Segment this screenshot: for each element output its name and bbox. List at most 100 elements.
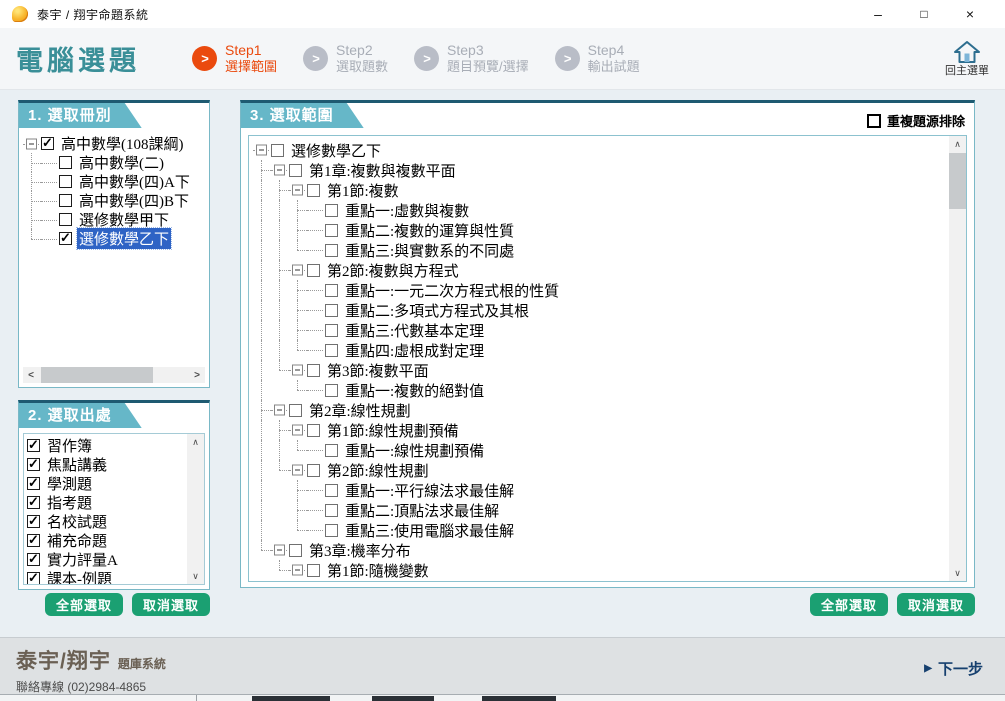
next-step-button[interactable]: ▶ 下一步 xyxy=(924,658,983,679)
collapse-icon[interactable] xyxy=(274,165,285,176)
collapse-icon[interactable] xyxy=(292,465,303,476)
source-item-label[interactable]: 焦點講義 xyxy=(45,454,109,475)
vertical-scrollbar[interactable]: ∧ ∨ xyxy=(949,136,966,581)
checkbox[interactable] xyxy=(325,244,338,257)
scroll-left-icon[interactable]: < xyxy=(23,367,39,383)
home-button[interactable]: 回主選單 xyxy=(945,40,989,77)
tree-item-label[interactable]: 第2節:複數與方程式 xyxy=(325,260,461,281)
checkbox[interactable] xyxy=(27,439,40,452)
tree-item-label[interactable]: 第1節:線性規劃預備 xyxy=(325,420,461,441)
tree-item-label[interactable]: 高中數學(108課綱) xyxy=(59,133,186,154)
source-item-label[interactable]: 補充命題 xyxy=(45,530,109,551)
checkbox[interactable] xyxy=(27,534,40,547)
tree-item-label[interactable]: 選修數學乙下 xyxy=(289,140,383,161)
tree-item-label[interactable]: 高中數學(四)B下 xyxy=(77,190,191,211)
checkbox[interactable] xyxy=(59,156,72,169)
checkbox[interactable] xyxy=(325,384,338,397)
checkbox[interactable] xyxy=(307,364,320,377)
deselect-button[interactable]: 取消選取 xyxy=(132,593,210,616)
scrollbar-thumb[interactable] xyxy=(949,153,966,209)
scroll-up-icon[interactable]: ∧ xyxy=(949,136,966,152)
source-item-label[interactable]: 指考題 xyxy=(45,492,94,513)
checkbox[interactable] xyxy=(307,564,320,577)
checkbox[interactable] xyxy=(325,204,338,217)
checkbox[interactable] xyxy=(325,324,338,337)
tree-item-label[interactable]: 重點一:複數的絕對值 xyxy=(343,380,486,401)
dedupe-checkbox[interactable] xyxy=(867,114,881,128)
tree-item-label[interactable]: 重點三:使用電腦求最佳解 xyxy=(343,520,516,541)
tree-item-label[interactable]: 第3節:複數平面 xyxy=(325,360,431,381)
checkbox[interactable] xyxy=(325,284,338,297)
checkbox[interactable] xyxy=(307,424,320,437)
step-item[interactable]: >Step1選擇範圍 xyxy=(192,42,277,74)
checkbox[interactable] xyxy=(27,515,40,528)
checkbox[interactable] xyxy=(325,444,338,457)
tree-item-label[interactable]: 重點三:代數基本定理 xyxy=(343,320,486,341)
collapse-icon[interactable] xyxy=(274,405,285,416)
dedupe-option[interactable]: 重複題源排除 xyxy=(867,111,965,130)
checkbox[interactable] xyxy=(59,213,72,226)
checkbox[interactable] xyxy=(27,496,40,509)
tree-item-label[interactable]: 重點三:與實數系的不同處 xyxy=(343,240,516,261)
step-item[interactable]: >Step2選取題數 xyxy=(303,42,388,74)
tree-item-label[interactable]: 重點二:複數的運算與性質 xyxy=(343,220,516,241)
collapse-icon[interactable] xyxy=(26,138,37,149)
checkbox[interactable] xyxy=(59,194,72,207)
checkbox[interactable] xyxy=(59,232,72,245)
tree-item-label[interactable]: 重點一:一元二次方程式根的性質 xyxy=(343,280,561,301)
source-item-label[interactable]: 課本-例題 xyxy=(45,568,114,584)
checkbox[interactable] xyxy=(307,464,320,477)
checkbox[interactable] xyxy=(27,553,40,566)
checkbox[interactable] xyxy=(325,484,338,497)
collapse-icon[interactable] xyxy=(292,365,303,376)
vertical-scrollbar[interactable]: ∧ ∨ xyxy=(187,434,204,584)
tree-item-label[interactable]: 第1節:隨機變數 xyxy=(325,560,431,581)
select-all-button[interactable]: 全部選取 xyxy=(810,593,888,616)
tree-item-label[interactable]: 重點一:線性規劃預備 xyxy=(343,440,486,461)
source-item-label[interactable]: 習作簿 xyxy=(45,435,94,456)
tree-item-label[interactable]: 第1節:複數 xyxy=(325,180,401,201)
tree-item-label[interactable]: 重點二:多項式方程式及其根 xyxy=(343,300,531,321)
select-all-button[interactable]: 全部選取 xyxy=(45,593,123,616)
collapse-icon[interactable] xyxy=(292,185,303,196)
checkbox[interactable] xyxy=(27,572,40,584)
horizontal-scrollbar[interactable]: < > xyxy=(23,367,205,383)
maximize-button[interactable]: □ xyxy=(901,0,947,28)
tree-item-label[interactable]: 重點四:虛根成對定理 xyxy=(343,340,486,361)
tree-item-label[interactable]: 第1章:複數與複數平面 xyxy=(307,160,458,181)
checkbox[interactable] xyxy=(289,164,302,177)
minimize-button[interactable]: – xyxy=(855,0,901,28)
tree-item-label[interactable]: 第2章:線性規劃 xyxy=(307,400,413,421)
tree-item-label[interactable]: 選修數學乙下 xyxy=(77,228,171,249)
tree-item-label[interactable]: 高中數學(四)A下 xyxy=(77,171,192,192)
tree-item-label[interactable]: 第3章:機率分布 xyxy=(307,540,413,561)
checkbox[interactable] xyxy=(325,524,338,537)
checkbox[interactable] xyxy=(325,344,338,357)
checkbox[interactable] xyxy=(59,175,72,188)
scrollbar-thumb[interactable] xyxy=(41,367,153,383)
tree-item-label[interactable]: 高中數學(二) xyxy=(77,152,166,173)
scrollbar-track[interactable] xyxy=(39,367,189,383)
tree-item-label[interactable]: 第2節:線性規劃 xyxy=(325,460,431,481)
checkbox[interactable] xyxy=(289,544,302,557)
checkbox[interactable] xyxy=(27,477,40,490)
tree-item-label[interactable]: 重點一:虛數與複數 xyxy=(343,200,471,221)
checkbox[interactable] xyxy=(307,184,320,197)
collapse-icon[interactable] xyxy=(292,425,303,436)
source-item-label[interactable]: 實力評量A xyxy=(45,549,120,570)
source-item-label[interactable]: 名校試題 xyxy=(45,511,109,532)
source-item-label[interactable]: 學測題 xyxy=(45,473,94,494)
checkbox[interactable] xyxy=(307,264,320,277)
checkbox[interactable] xyxy=(325,224,338,237)
collapse-icon[interactable] xyxy=(292,565,303,576)
tree-item-label[interactable]: 重點一:平行線法求最佳解 xyxy=(343,480,516,501)
close-button[interactable]: × xyxy=(947,0,993,28)
checkbox[interactable] xyxy=(325,504,338,517)
step-item[interactable]: >Step3題目預覽/選擇 xyxy=(414,42,529,74)
step-item[interactable]: >Step4輸出試題 xyxy=(555,42,640,74)
deselect-button[interactable]: 取消選取 xyxy=(897,593,975,616)
checkbox[interactable] xyxy=(325,304,338,317)
checkbox[interactable] xyxy=(289,404,302,417)
tree-item-label[interactable]: 選修數學甲下 xyxy=(77,209,171,230)
scroll-up-icon[interactable]: ∧ xyxy=(187,434,204,450)
